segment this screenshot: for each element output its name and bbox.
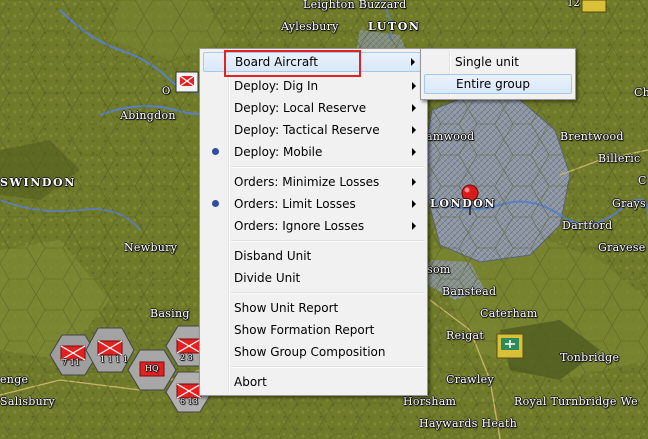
town-label-abingdon: Abingdon [120, 109, 176, 122]
menu-item-deploy-local-reserve[interactable]: Deploy: Local Reserve [203, 98, 424, 118]
menu-item-orders-minimize-losses[interactable]: Orders: Minimize Losses [203, 172, 424, 192]
menu-item-label: Entire group [456, 77, 530, 91]
menu-item-label: Divide Unit [234, 271, 301, 285]
town-label-banstead: Banstead [442, 285, 497, 298]
submenu-arrow-icon [412, 104, 416, 112]
submenu-arrow-icon [411, 58, 415, 66]
town-label-tunbridge-wells: Royal Turnbridge We [514, 395, 638, 408]
board-aircraft-submenu: Single unit Entire group [420, 48, 576, 100]
menu-item-label: Orders: Limit Losses [234, 197, 356, 211]
menu-item-deploy-mobile[interactable]: Deploy: Mobile [203, 142, 424, 162]
menu-separator [231, 292, 424, 294]
town-label-aylesbury: Aylesbury [281, 20, 339, 33]
town-label-dartford: Dartford [562, 219, 613, 232]
town-label-epsom: som [427, 263, 451, 276]
unit-label-hq: HQ [145, 364, 159, 373]
unit-context-menu: Board Aircraft Deploy: Dig In Deploy: Lo… [199, 48, 428, 396]
town-label-c-edge: C [638, 174, 647, 187]
town-label-stevenage: enge [0, 373, 29, 386]
menu-item-label: Deploy: Local Reserve [234, 101, 367, 115]
menu-item-label: Deploy: Mobile [234, 145, 323, 159]
unit-label-oxford: O [162, 86, 171, 97]
town-label-salisbury: Salisbury [0, 395, 56, 408]
submenu-arrow-icon [412, 126, 416, 134]
menu-item-divide-unit[interactable]: Divide Unit [203, 268, 424, 288]
town-label-basingstoke: Basing [150, 307, 190, 320]
menu-item-label: Orders: Minimize Losses [234, 175, 380, 189]
unit-label-stack-3: 2 3 [180, 353, 193, 362]
unit-label-stack-2: 1 1 1 1 [100, 355, 128, 364]
menu-item-label: Abort [234, 375, 267, 389]
town-label-caterham: Caterham [480, 307, 538, 320]
submenu-arrow-icon [412, 148, 416, 156]
town-label-swindon: SWINDON [0, 176, 76, 189]
unit-label-topright: 12 [567, 0, 580, 9]
menu-item-label: Single unit [455, 55, 519, 69]
menu-item-label: Show Group Composition [234, 345, 386, 359]
submenu-item-single-unit[interactable]: Single unit [424, 52, 572, 72]
town-label-brentwood: Brentwood [560, 130, 624, 143]
menu-item-label: Deploy: Dig In [234, 79, 319, 93]
menu-item-show-formation-report[interactable]: Show Formation Report [203, 320, 424, 340]
unit-counter-oxford[interactable] [175, 71, 199, 93]
menu-separator [231, 240, 424, 242]
unit-topright[interactable] [581, 0, 607, 13]
unit-label-stack-1: 7 11 [62, 358, 80, 367]
town-label-reigate: Reigat [446, 329, 485, 342]
menu-item-label: Orders: Ignore Losses [234, 219, 365, 233]
menu-item-orders-limit-losses[interactable]: Orders: Limit Losses [203, 194, 424, 214]
menu-item-abort[interactable]: Abort [203, 372, 424, 392]
menu-item-label: Deploy: Tactical Reserve [234, 123, 380, 137]
submenu-arrow-icon [412, 178, 416, 186]
menu-item-deploy-dig-in[interactable]: Deploy: Dig In [203, 76, 424, 96]
submenu-arrow-icon [412, 222, 416, 230]
town-label-gravesend: Gravese [598, 241, 646, 254]
unit-airborne-marker[interactable] [496, 333, 524, 359]
town-label-horsham: Horsham [403, 395, 457, 408]
menu-separator [231, 166, 424, 168]
submenu-arrow-icon [412, 82, 416, 90]
town-label-leighton-buzzard: Leighton Buzzard [303, 0, 407, 11]
town-label-billericay: Billeric [598, 152, 641, 165]
town-label-newbury: Newbury [124, 241, 178, 254]
menu-item-disband-unit[interactable]: Disband Unit [203, 246, 424, 266]
menu-item-label: Board Aircraft [235, 55, 318, 69]
menu-item-show-group-composition[interactable]: Show Group Composition [203, 342, 424, 362]
unit-label-stack-4: 6 13 [180, 397, 198, 406]
menu-item-orders-ignore-losses[interactable]: Orders: Ignore Losses [203, 216, 424, 236]
town-label-haywards-heath: Haywards Heath [419, 417, 518, 430]
menu-item-show-unit-report[interactable]: Show Unit Report [203, 298, 424, 318]
menu-separator [231, 366, 424, 368]
menu-item-label: Show Formation Report [234, 323, 375, 337]
radio-bullet-icon [212, 200, 219, 207]
town-label-crawley: Crawley [446, 373, 494, 386]
menu-item-deploy-tactical-reserve[interactable]: Deploy: Tactical Reserve [203, 120, 424, 140]
town-label-chelmsford: Ch [634, 86, 648, 99]
town-label-london: LONDON [430, 197, 497, 210]
radio-bullet-icon [212, 148, 219, 155]
menu-item-board-aircraft[interactable]: Board Aircraft [203, 52, 424, 72]
town-label-grays: Grays [612, 197, 646, 210]
town-label-tonbridge: Tonbridge [560, 351, 620, 364]
menu-item-label: Disband Unit [234, 249, 312, 263]
menu-item-label: Show Unit Report [234, 301, 339, 315]
town-label-luton: LUTON [368, 20, 421, 33]
submenu-arrow-icon [412, 200, 416, 208]
town-label-hampstead: amwood [426, 130, 475, 143]
submenu-item-entire-group[interactable]: Entire group [424, 74, 572, 94]
